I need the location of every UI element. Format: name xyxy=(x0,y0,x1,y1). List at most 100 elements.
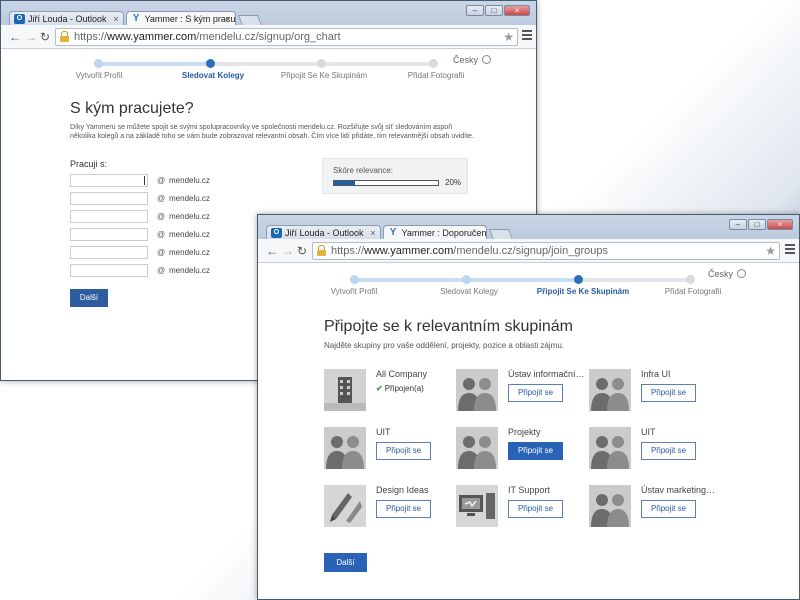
building-icon xyxy=(324,369,366,411)
signup-progress xyxy=(350,275,695,284)
relevance-progress-bar xyxy=(333,180,439,186)
step-dot-1 xyxy=(350,275,359,284)
page-description: Najděte skupiny pro vaše oddělení, proje… xyxy=(324,341,564,350)
group-name: Infra UI xyxy=(641,369,671,379)
close-tab-icon[interactable]: × xyxy=(225,12,230,26)
step-label-add-photo: Přidat Fotografii xyxy=(407,71,465,80)
join-group-button[interactable]: Připojit se xyxy=(508,384,563,402)
window-controls: – □ × xyxy=(466,5,530,16)
colleague-email-input-5[interactable] xyxy=(70,246,148,259)
step-label-create-profile: Vytvořit Profil xyxy=(75,71,123,80)
join-group-button[interactable]: Připojit se xyxy=(376,442,431,460)
group-name: Ústav marketingu ... xyxy=(641,485,719,495)
join-group-button[interactable]: Připojit se xyxy=(641,384,696,402)
relevance-progress-fill xyxy=(334,181,355,185)
maximize-button[interactable]: □ xyxy=(748,219,766,230)
menu-icon[interactable] xyxy=(522,30,532,42)
tab-label: Jiří Louda - Outlook xyxy=(28,14,107,24)
group-card-ustav-marketingu: Ústav marketingu ... Připojit se xyxy=(589,485,719,535)
close-window-button[interactable]: × xyxy=(767,219,793,230)
colleague-email-input-3[interactable] xyxy=(70,210,148,223)
language-selector[interactable]: Česky xyxy=(453,55,492,65)
window-controls: – □ × xyxy=(729,219,793,230)
menu-icon[interactable] xyxy=(785,244,795,256)
url-path: /mendelu.cz/signup/join_groups xyxy=(453,245,608,257)
forward-arrow-icon[interactable]: → xyxy=(282,244,294,258)
join-group-button[interactable]: Připojit se xyxy=(641,442,696,460)
step-label-create-profile: Vytvořit Profil xyxy=(330,287,378,296)
url-host: www.yammer.com xyxy=(364,245,454,257)
tab-outlook[interactable]: O Jiří Louda - Outlook × xyxy=(266,225,381,240)
group-card-ustav-informacnich: Ústav informačníc... Připojit se xyxy=(456,369,586,419)
tab-yammer-org-chart[interactable]: Y Yammer : S kým pracujete × xyxy=(125,11,236,26)
next-button[interactable]: Další xyxy=(324,553,367,572)
group-card-uit-2: UIT Připojit se xyxy=(589,427,719,477)
close-window-button[interactable]: × xyxy=(504,5,530,16)
tab-label: Jiří Louda - Outlook xyxy=(285,228,364,238)
minimize-button[interactable]: – xyxy=(729,219,747,230)
window-frame: O Jiří Louda - Outlook × Y Yammer : Dopo… xyxy=(258,215,799,263)
people-icon xyxy=(456,427,498,469)
colleague-email-input-4[interactable] xyxy=(70,228,148,241)
back-arrow-icon[interactable]: ← xyxy=(266,244,278,258)
relevance-label: Skóre relevance: xyxy=(333,166,394,175)
colleague-email-input-2[interactable] xyxy=(70,192,148,205)
at-icon: @ xyxy=(157,248,166,257)
tab-yammer-join-groups[interactable]: Y Yammer : Doporučení sku xyxy=(382,225,487,240)
email-domain: mendelu.cz xyxy=(169,266,210,275)
at-icon: @ xyxy=(157,194,166,203)
step-dot-4 xyxy=(429,59,438,68)
step-dot-3 xyxy=(574,275,583,284)
lock-icon xyxy=(60,31,69,42)
yammer-icon: Y xyxy=(132,13,140,24)
browser-toolbar: ← → ↻ https://www.yammer.com/mendelu.cz/… xyxy=(258,239,799,263)
back-arrow-icon[interactable]: ← xyxy=(9,30,21,44)
join-group-button[interactable]: Připojit se xyxy=(508,442,563,460)
people-icon xyxy=(456,369,498,411)
relevance-percent: 20% xyxy=(445,178,462,187)
next-button[interactable]: Další xyxy=(70,289,108,307)
colleagues-field-label: Pracuji s: xyxy=(70,159,108,169)
globe-icon xyxy=(737,269,747,278)
email-domain: mendelu.cz xyxy=(169,248,210,257)
checkmark-icon: ✔ xyxy=(376,384,383,393)
reload-icon[interactable]: ↻ xyxy=(40,30,50,44)
joined-label: Připojen(a) xyxy=(384,384,424,393)
step-label-follow-colleagues: Sledovat Kolegy xyxy=(181,71,245,80)
tab-outlook[interactable]: O Jiří Louda - Outlook × xyxy=(9,11,124,26)
yammer-icon: Y xyxy=(389,227,397,238)
maximize-button[interactable]: □ xyxy=(485,5,503,16)
star-icon[interactable]: ★ xyxy=(765,243,776,259)
at-icon: @ xyxy=(157,230,166,239)
colleague-email-input-1[interactable] xyxy=(70,174,148,187)
email-domain: mendelu.cz xyxy=(169,176,210,185)
computer-icon xyxy=(456,485,498,527)
group-name: Projekty xyxy=(508,427,541,437)
group-name: UIT xyxy=(376,427,391,437)
url-host: www.yammer.com xyxy=(107,31,197,43)
join-group-button[interactable]: Připojit se xyxy=(641,500,696,518)
forward-arrow-icon[interactable]: → xyxy=(25,30,37,44)
colleague-email-input-6[interactable] xyxy=(70,264,148,277)
lock-icon xyxy=(317,245,326,256)
minimize-button[interactable]: – xyxy=(466,5,484,16)
page-content: Česky Vytvořit Profil Sledovat Kolegy Př… xyxy=(258,263,799,599)
step-label-follow-colleagues: Sledovat Kolegy xyxy=(440,287,498,296)
email-domain: mendelu.cz xyxy=(169,194,210,203)
browser-toolbar: ← → ↻ https://www.yammer.com/mendelu.cz/… xyxy=(1,25,536,49)
join-group-button[interactable]: Připojit se xyxy=(508,500,563,518)
tab-strip: O Jiří Louda - Outlook × Y Yammer : S ký… xyxy=(9,10,456,26)
address-bar[interactable]: https://www.yammer.com/mendelu.cz/signup… xyxy=(55,28,518,46)
group-name: All Company xyxy=(376,369,428,379)
group-card-infra-ui: Infra UI Připojit se xyxy=(589,369,719,419)
address-bar[interactable]: https://www.yammer.com/mendelu.cz/signup… xyxy=(312,242,780,260)
language-selector[interactable]: Česky xyxy=(708,269,747,279)
browser-window-join-groups: O Jiří Louda - Outlook × Y Yammer : Dopo… xyxy=(257,214,800,600)
join-group-button[interactable]: Připojit se xyxy=(376,500,431,518)
star-icon[interactable]: ★ xyxy=(503,29,514,45)
tools-icon xyxy=(324,485,366,527)
reload-icon[interactable]: ↻ xyxy=(297,244,307,258)
globe-icon xyxy=(482,55,492,64)
close-tab-icon[interactable]: × xyxy=(370,226,375,240)
close-tab-icon[interactable]: × xyxy=(113,12,118,26)
